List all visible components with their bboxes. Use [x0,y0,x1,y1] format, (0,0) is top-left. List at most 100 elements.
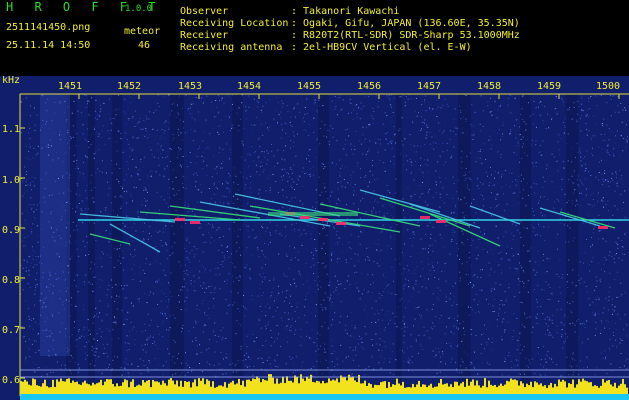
noise-speck [579,323,581,325]
noise-speck [508,283,510,285]
noise-speck [571,311,573,313]
noise-speck [527,366,529,368]
noise-speck [348,355,349,357]
noise-speck [34,293,36,295]
noise-speck [547,329,549,331]
noise-speck [109,330,110,332]
noise-speck [499,304,501,305]
noise-speck [259,196,261,198]
noise-speck [440,315,442,316]
noise-speck [88,100,90,102]
noise-speck [338,284,340,285]
noise-speck [132,200,133,202]
noise-speck [147,137,149,139]
noise-speck [190,129,192,131]
time-tick-label: 1453 [178,81,202,92]
noise-speck [411,205,413,207]
noise-speck [454,296,456,298]
noise-speck [129,343,130,345]
level-bar [422,384,424,394]
noise-speck [569,221,571,223]
noise-speck [429,143,431,145]
noise-speck [472,239,474,241]
noise-speck [340,301,342,303]
noise-speck [265,190,267,192]
noise-speck [90,261,92,263]
noise-speck [365,333,367,335]
noise-speck [54,240,56,242]
noise-speck [593,314,595,316]
noise-speck [169,315,171,317]
noise-speck [360,231,362,233]
noise-speck [289,208,291,210]
noise-speck [83,329,85,331]
noise-speck [418,291,420,293]
noise-speck [487,362,489,364]
noise-speck [415,160,417,162]
noise-speck [170,161,171,162]
noise-speck [595,321,597,323]
noise-speck [143,189,145,191]
noise-speck [531,144,533,146]
noise-speck [181,372,183,374]
noise-speck [202,234,204,236]
noise-speck [111,286,113,288]
noise-speck [299,111,301,113]
noise-speck [303,229,305,231]
noise-speck [461,340,463,342]
noise-speck [95,347,97,349]
noise-speck [134,339,136,341]
noise-speck [500,251,502,253]
noise-speck [509,132,511,134]
noise-speck [422,348,424,350]
noise-speck [115,114,117,116]
noise-speck [508,287,510,289]
noise-speck [96,118,98,120]
noise-speck [453,118,455,120]
noise-speck [520,174,522,176]
level-bar [394,384,396,394]
noise-speck [65,368,67,370]
noise-speck [250,146,252,147]
level-bar [488,380,490,394]
noise-speck [38,322,40,324]
noise-speck [602,197,604,199]
noise-speck [33,107,35,109]
noise-speck [502,318,504,320]
noise-speck [264,306,266,307]
noise-speck [598,230,600,232]
noise-speck [238,125,240,127]
level-bar [76,381,78,394]
noise-speck [183,127,185,129]
noise-speck [581,114,582,116]
noise-speck [378,265,380,267]
noise-speck [429,131,431,133]
noise-speck [36,114,38,116]
noise-speck [290,140,292,142]
noise-speck [270,296,271,298]
noise-speck [434,325,436,327]
noise-speck [376,94,378,96]
noise-speck [395,142,397,144]
noise-speck [78,330,80,332]
noise-speck [181,156,183,158]
noise-speck [185,308,187,310]
level-bar [212,381,214,394]
noise-speck [465,367,467,369]
noise-speck [576,119,578,121]
level-bar [64,381,66,394]
noise-speck [541,167,543,169]
noise-speck [58,243,60,245]
noise-speck [384,314,386,316]
noise-speck [538,102,540,104]
noise-speck [507,104,509,106]
noise-speck [271,291,273,293]
noise-speck [426,126,428,128]
level-bar [288,380,290,394]
noise-speck [589,270,591,272]
noise-speck [195,339,197,341]
noise-speck [285,132,287,134]
noise-speck [124,225,126,227]
noise-speck [579,192,580,194]
level-bar [358,374,360,394]
